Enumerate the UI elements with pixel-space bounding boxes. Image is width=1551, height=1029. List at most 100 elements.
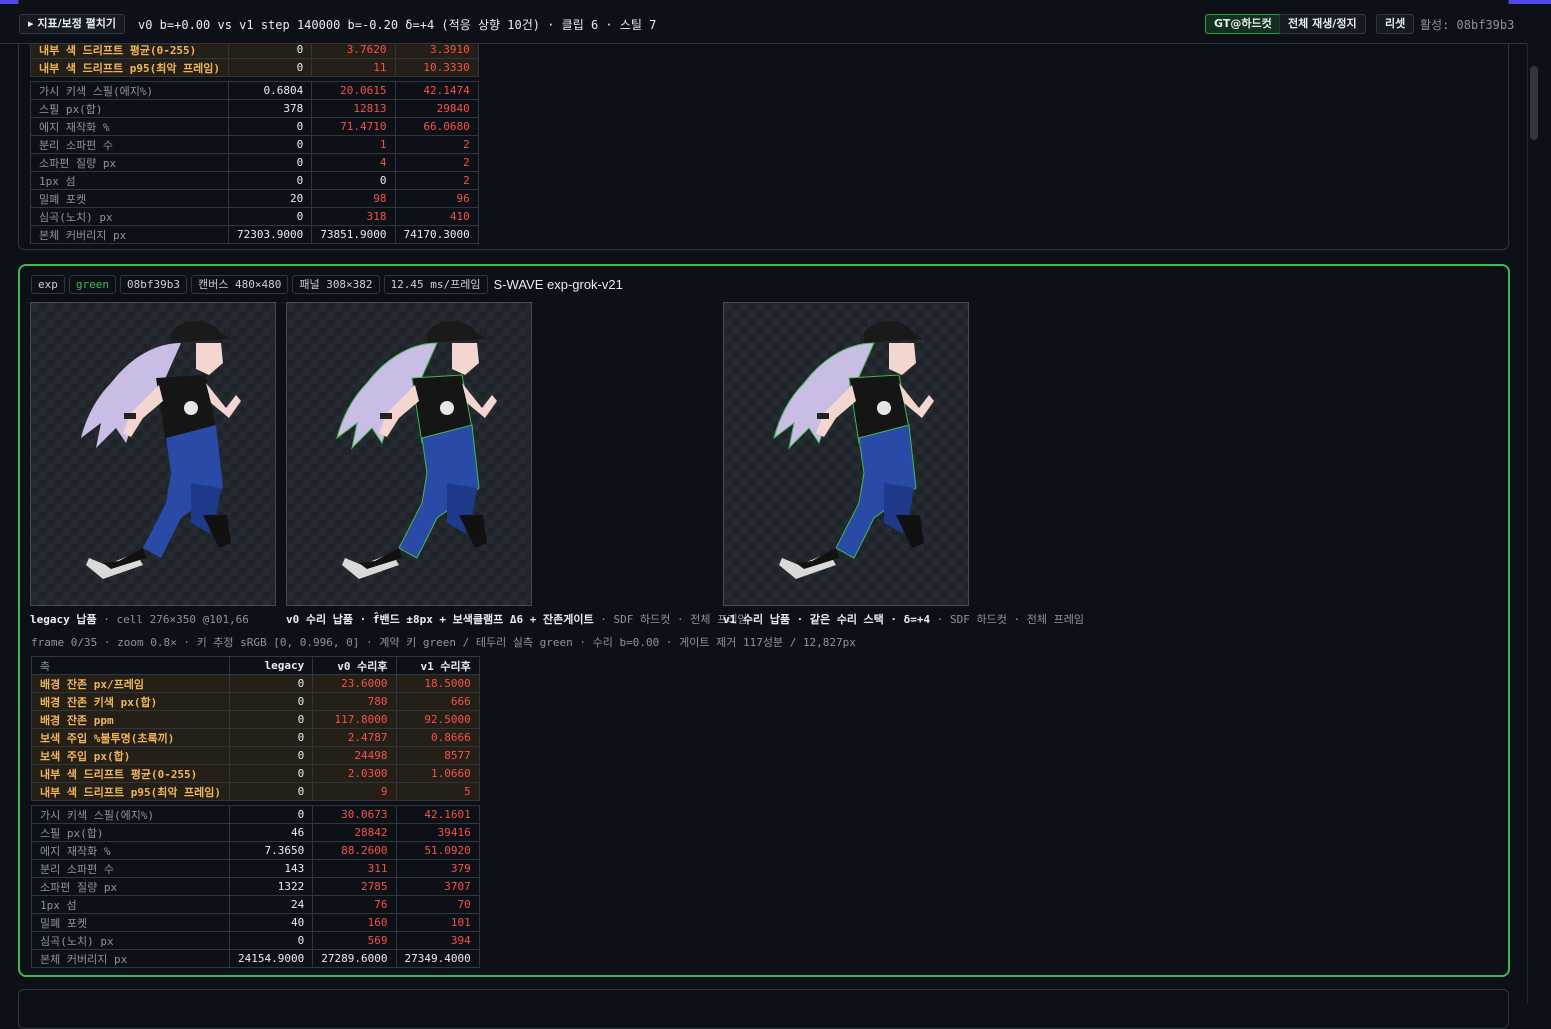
metric-value-legacy: 378	[228, 99, 313, 118]
metric-value-v1: 3707	[395, 877, 480, 896]
metrics-toggle-button[interactable]: ▸ 지표/보정 펼치기	[19, 14, 126, 34]
metric-value-legacy: 1322	[229, 877, 314, 896]
chip-canvas: 캔버스 480×480	[190, 275, 289, 294]
metric-label: 가시 키색 스필(에지%)	[30, 805, 231, 824]
v0-preview-panel[interactable]	[286, 302, 532, 606]
table-row: 내부 색 드리프트 p95(최악 프레임) 0 9 5	[30, 782, 480, 801]
v0-caption: v0 수리 납품 · f̂밴드 ±8px + 보색클램프 Δ6 + 잔존게이트 …	[286, 611, 747, 627]
metric-value-v1: 1.0660	[395, 764, 480, 783]
metric-value-v1: 74170.3000	[394, 225, 479, 244]
page-scrollbar[interactable]	[1527, 44, 1551, 1004]
legacy-caption: legacy 납품 · cell 276×350 @101,66	[30, 611, 249, 627]
runner-sprite-image	[81, 321, 241, 579]
metric-value-v0: 30.0673	[312, 805, 397, 824]
chip-key-color: green	[68, 275, 116, 294]
play-all-button[interactable]: 전체 재생/정지	[1279, 14, 1366, 34]
metric-value-v1: 8577	[395, 746, 480, 765]
table-header-row: 축 legacy v0 수리후 v1 수리후	[30, 656, 480, 675]
v1-preview-panel[interactable]	[723, 302, 969, 606]
table-row: 분리 소파편 수012	[29, 135, 479, 154]
metric-label: 분리 소파편 수	[30, 859, 231, 878]
metric-label: 1px 섬	[29, 171, 230, 190]
table-row: 스필 px(합) 378 12813 29840	[29, 99, 479, 118]
chip-id: 08bf39b3	[120, 275, 187, 294]
metric-label: 보색 주입 px(합)	[30, 746, 231, 765]
metric-value-v0: 73851.9000	[311, 225, 396, 244]
metric-value-v0: 4	[311, 153, 396, 172]
table-row: 분리 소파편 수 143 311 379	[30, 859, 480, 878]
metric-value-legacy: 46	[229, 823, 314, 842]
metric-value-v1: 42.1474	[394, 81, 479, 100]
metric-value-v0: 117.8000	[312, 710, 397, 729]
column-header-legacy: legacy	[229, 656, 314, 675]
metric-value-legacy: 0	[228, 117, 313, 136]
metric-label: 밀폐 포켓	[30, 913, 231, 932]
metric-label: 에지 재작화 %	[30, 841, 231, 860]
metric-value-v1: 27349.4000	[395, 949, 480, 968]
table-row: 소파편 질량 px 1322 2785 3707	[30, 877, 480, 896]
v1-caption-title: v1 수리 납품 · 같은 수리 스택 · δ=+4	[723, 613, 931, 626]
metric-value-v1: 66.0680	[394, 117, 479, 136]
metric-value-legacy: 0	[228, 171, 313, 190]
metric-value-v0: 311	[312, 859, 397, 878]
metric-value-legacy: 0	[229, 692, 314, 711]
table-row: 배경 잔존 키색 px(합) 0 780 666	[30, 692, 480, 711]
metric-value-legacy: 0	[228, 135, 313, 154]
metric-value-v1: 0.8666	[395, 728, 480, 747]
metric-label: 내부 색 드리프트 p95(최악 프레임)	[30, 782, 231, 801]
clip-chips: exp green 08bf39b3 캔버스 480×480 패널 308×382 12.…	[31, 275, 623, 295]
metric-label: 내부 색 드리프트 평균(0-255)	[30, 764, 231, 783]
v0-caption-title: v0 수리 납품 · f̂밴드 ±8px + 보색클램프 Δ6 + 잔존게이트	[286, 613, 594, 626]
metric-value-legacy: 0	[228, 207, 313, 226]
metric-value-v0: 9	[312, 782, 397, 801]
metric-value-v0: 12813	[311, 99, 396, 118]
active-clip-label: 활성: 08bf39b3	[1420, 18, 1515, 32]
metric-value-legacy: 0	[229, 674, 314, 693]
metric-value-v1: 379	[395, 859, 480, 878]
metric-label: 본체 커버리지 px	[30, 949, 231, 968]
metric-value-v0: 780	[312, 692, 397, 711]
metric-value-v1: 410	[394, 207, 479, 226]
metric-value-v0: 27289.6000	[312, 949, 397, 968]
metric-label: 배경 잔존 키색 px(합)	[30, 692, 231, 711]
metric-label: 분리 소파편 수	[29, 135, 230, 154]
table-row: 가시 키색 스필(에지%) 0 30.0673 42.1601	[30, 805, 480, 824]
legacy-preview-panel[interactable]	[30, 302, 276, 606]
metric-label: 소파편 질량 px	[30, 877, 231, 896]
frame-info-line: frame 0/35 · zoom 0.8× · 키 추정 sRGB [0, 0…	[31, 636, 856, 649]
metric-value-v1: 394	[395, 931, 480, 950]
metric-value-legacy: 7.3650	[229, 841, 314, 860]
runner-sprite-image	[773, 321, 934, 579]
metric-value-v1: 92.5000	[395, 710, 480, 729]
table-row: 본체 커버리지 px 24154.9000 27289.6000 27349.4000	[30, 949, 480, 968]
metric-label: 소파편 질량 px	[29, 153, 230, 172]
metric-value-legacy: 0	[229, 782, 314, 801]
metric-value-legacy: 0	[229, 931, 314, 950]
metric-value-v1: 10.3330	[394, 58, 479, 77]
gt-hardcut-button[interactable]: GT@하드컷	[1205, 14, 1281, 34]
scrollbar-thumb[interactable]	[1530, 66, 1538, 140]
legacy-caption-title: legacy 납품	[30, 613, 97, 626]
column-header-v1: v1 수리후	[395, 656, 480, 675]
column-header-axis: 축	[30, 656, 231, 675]
metric-value-v1: 2	[394, 171, 479, 190]
table-row: 가시 키색 스필(에지%) 0.6804 20.0615 42.1474	[29, 81, 479, 100]
table-row: 배경 잔존 ppm 0 117.8000 92.5000	[30, 710, 480, 729]
metric-value-v0: 71.4710	[311, 117, 396, 136]
metric-value-v0: 11	[311, 58, 396, 77]
metric-value-legacy: 20	[228, 189, 313, 208]
metric-label: 본체 커버리지 px	[29, 225, 230, 244]
metric-value-v0: 98	[311, 189, 396, 208]
metric-label: 보색 주입 %불투명(초록끼)	[30, 728, 231, 747]
metric-value-v0: 569	[312, 931, 397, 950]
reset-button[interactable]: 리셋	[1376, 14, 1415, 34]
metric-value-legacy: 0	[228, 58, 313, 77]
legacy-caption-detail: · cell 276×350 @101,66	[96, 613, 249, 626]
metric-value-v1: 2	[394, 135, 479, 154]
table-row: 밀폐 포켓 20 98 96	[29, 189, 479, 208]
metrics-table: 내부 색 드리프트 평균(0-255) 0 3.7620 3.3910 내부 색 드리프…	[29, 40, 479, 244]
metric-label: 스필 px(합)	[30, 823, 231, 842]
v1-caption: v1 수리 납품 · 같은 수리 스택 · δ=+4 · SDF 하드컷 · 전…	[723, 611, 1084, 627]
table-row: 밀폐 포켓 40 160 101	[30, 913, 480, 932]
metric-value-legacy: 143	[229, 859, 314, 878]
